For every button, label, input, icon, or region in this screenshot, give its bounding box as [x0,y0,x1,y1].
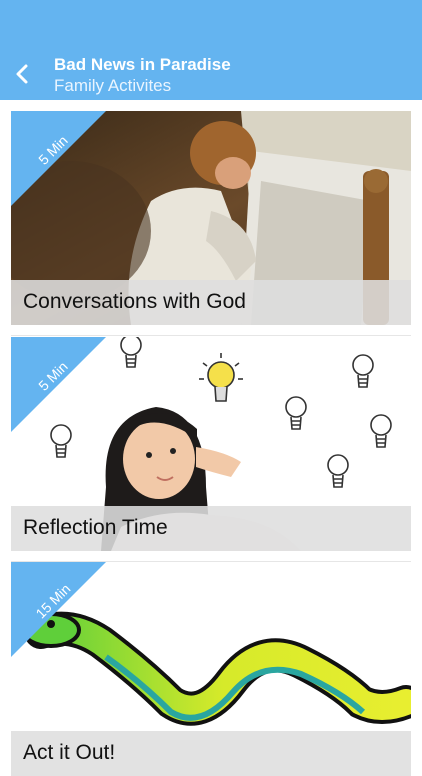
app-header: Bad News in Paradise Family Activites [0,0,422,100]
page-title: Bad News in Paradise [54,55,231,74]
activity-card-conversations[interactable]: 5 Min Conversations with God [11,111,411,325]
activity-card-act-it-out[interactable]: 15 Min Act it Out! [11,562,411,776]
back-button[interactable] [10,60,34,88]
chevron-left-icon [16,64,28,84]
card-title: Reflection Time [23,516,168,539]
divider [11,335,411,336]
page-subtitle: Family Activites [54,76,172,95]
card-title: Act it Out! [23,741,116,764]
card-title: Conversations with God [23,290,246,313]
activity-card-reflection[interactable]: 5 Min Reflection Time [11,337,411,551]
